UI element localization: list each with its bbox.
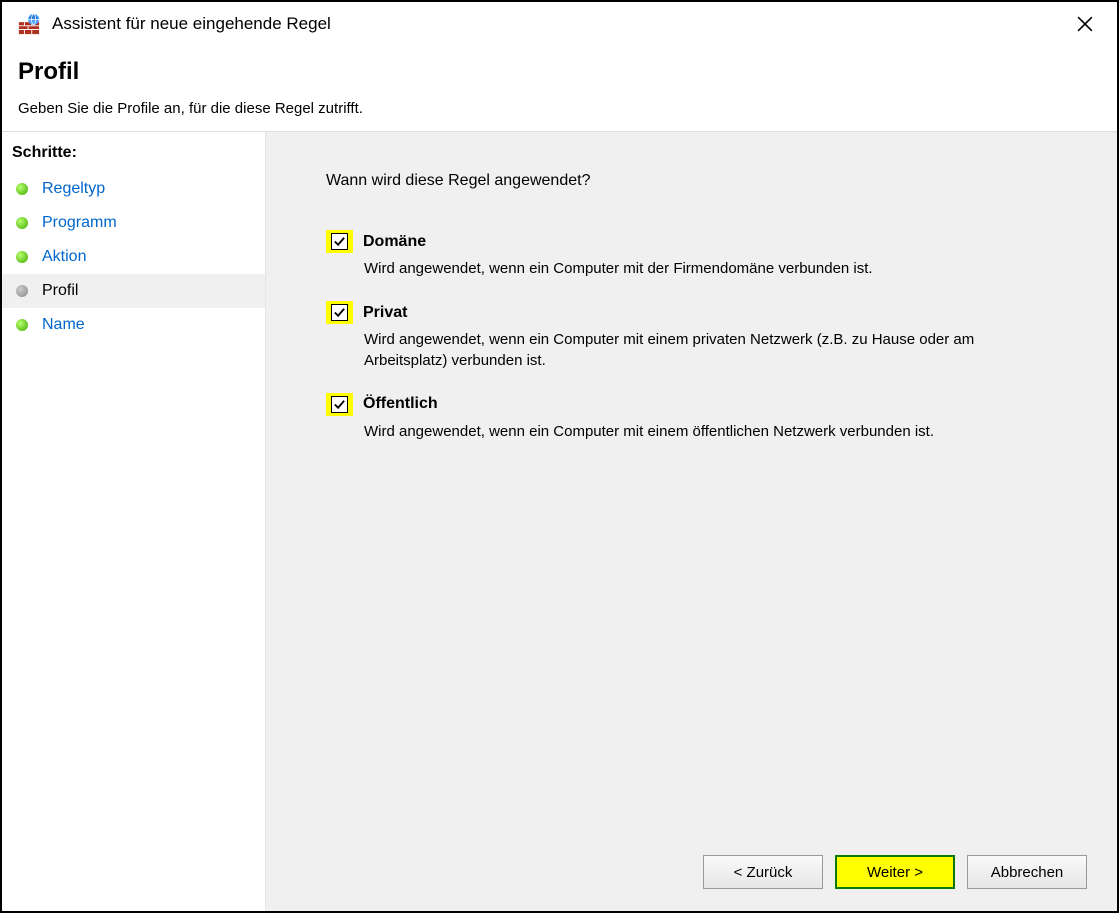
checkbox-highlight (326, 230, 353, 253)
step-bullet-icon (16, 251, 28, 263)
step-bullet-icon (16, 217, 28, 229)
step-label: Profil (42, 282, 78, 300)
profile-question: Wann wird diese Regel angewendet? (326, 172, 1057, 190)
option-description: Wird angewendet, wenn ein Computer mit d… (364, 259, 1044, 279)
step-name[interactable]: Name (2, 308, 265, 342)
checkbox-privat[interactable] (331, 304, 348, 321)
next-button[interactable]: Weiter > (835, 855, 955, 889)
step-aktion[interactable]: Aktion (2, 240, 265, 274)
titlebar: Assistent für neue eingehende Regel (2, 2, 1117, 46)
wizard-window: Assistent für neue eingehende Regel Prof… (0, 0, 1119, 913)
wizard-body: Schritte: Regeltyp Programm Aktion Profil Na… (2, 131, 1117, 911)
checkbox-öffentlich[interactable] (331, 396, 348, 413)
step-programm[interactable]: Programm (2, 206, 265, 240)
step-profil[interactable]: Profil (2, 274, 265, 308)
page-subtitle: Geben Sie die Profile an, für die diese … (18, 100, 1101, 117)
steps-heading: Schritte: (2, 144, 265, 172)
checkbox-highlight (326, 301, 353, 324)
cancel-button[interactable]: Abbrechen (967, 855, 1087, 889)
step-label: Regeltyp (42, 180, 105, 198)
option-label: Domäne (363, 233, 426, 251)
step-bullet-icon (16, 319, 28, 331)
option-label: Öffentlich (363, 395, 438, 413)
option-head: Privat (326, 301, 1057, 324)
checkbox-highlight (326, 393, 353, 416)
wizard-content: Wann wird diese Regel angewendet? Domäne… (266, 132, 1117, 911)
wizard-header: Profil Geben Sie die Profile an, für die… (2, 46, 1117, 131)
profile-option: Domäne Wird angewendet, wenn ein Computer… (326, 230, 1057, 279)
option-head: Domäne (326, 230, 1057, 253)
steps-sidebar: Schritte: Regeltyp Programm Aktion Profil Na… (2, 132, 266, 911)
firewall-icon (18, 13, 40, 35)
option-description: Wird angewendet, wenn ein Computer mit e… (364, 330, 1044, 371)
wizard-footer: < Zurück Weiter > Abbrechen (703, 855, 1087, 889)
step-label: Programm (42, 214, 117, 232)
option-description: Wird angewendet, wenn ein Computer mit e… (364, 422, 1044, 442)
page-title: Profil (18, 58, 1101, 86)
option-label: Privat (363, 304, 407, 322)
step-bullet-icon (16, 285, 28, 297)
step-regeltyp[interactable]: Regeltyp (2, 172, 265, 206)
profile-option: Öffentlich Wird angewendet, wenn ein Comp… (326, 393, 1057, 442)
close-button[interactable] (1063, 2, 1107, 46)
step-label: Name (42, 316, 85, 334)
checkbox-domäne[interactable] (331, 233, 348, 250)
option-head: Öffentlich (326, 393, 1057, 416)
step-label: Aktion (42, 248, 86, 266)
profile-option: Privat Wird angewendet, wenn ein Computer… (326, 301, 1057, 371)
back-button[interactable]: < Zurück (703, 855, 823, 889)
step-bullet-icon (16, 183, 28, 195)
window-title: Assistent für neue eingehende Regel (52, 14, 1063, 34)
